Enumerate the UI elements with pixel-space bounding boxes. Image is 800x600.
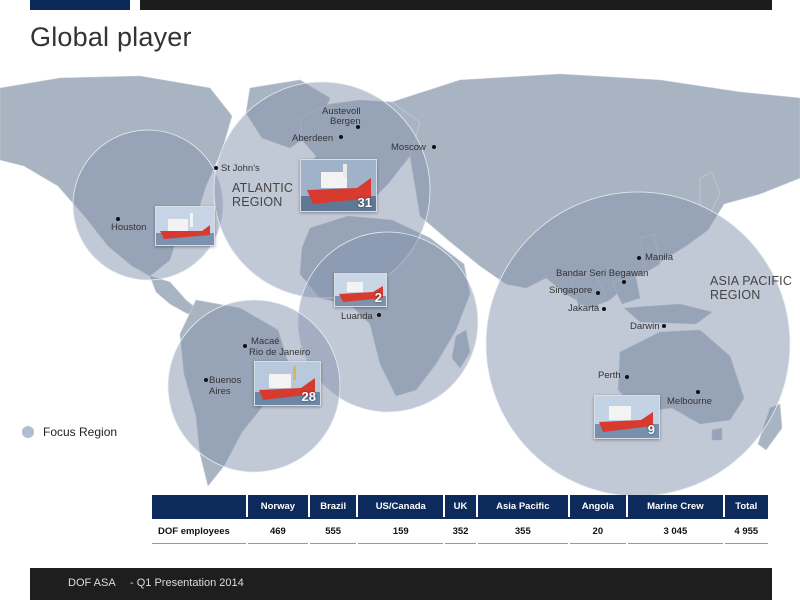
city-dot-jakarta — [602, 307, 606, 311]
page-title: Global player — [30, 22, 192, 52]
table-row: DOF employees 469 555 159 352 355 20 3 0… — [152, 519, 768, 544]
city-dot-singapore — [596, 291, 600, 295]
region-label-atlantic-line2: REGION — [232, 195, 283, 209]
focus-region-north-america — [72, 129, 224, 281]
table-header-cell: Norway — [248, 495, 308, 517]
table-header-cell: Angola — [569, 495, 627, 517]
region-label-atlantic: ATLANTIC REGION — [232, 181, 293, 209]
city-label-perth: Perth — [598, 370, 621, 381]
city-label-bandar: Bandar Seri Begawan — [556, 268, 649, 279]
city-dot-rio — [243, 344, 247, 348]
table-cell: 355 — [478, 519, 568, 544]
legend-focus-region-swatch — [22, 426, 34, 438]
city-label-darwin: Darwin — [630, 321, 660, 332]
city-label-macae: Macaé — [251, 336, 280, 347]
table-cell: 3 045 — [628, 519, 723, 544]
top-accent-bar-navy — [30, 0, 130, 10]
region-label-asia-pacific: ASIA PACIFIC REGION — [710, 274, 792, 302]
footer-company: DOF ASA — [68, 577, 116, 589]
city-label-manila: Manila — [645, 252, 673, 263]
table-cell: 4 955 — [724, 519, 768, 544]
city-label-luanda: Luanda — [341, 311, 373, 322]
land-central-america — [149, 275, 197, 315]
table-header-cell: US/Canada — [358, 495, 444, 517]
city-label-bergen: Bergen — [330, 116, 361, 127]
city-label-singapore: Singapore — [549, 285, 593, 296]
table-cell: DOF employees — [152, 519, 246, 544]
region-label-atlantic-line1: ATLANTIC — [232, 181, 294, 195]
city-label-rio: Rio de Janeiro — [249, 347, 311, 358]
city-label-aberdeen: Aberdeen — [292, 133, 334, 144]
footer-presentation: - Q1 Presentation 2014 — [130, 577, 244, 589]
table-header-row: Norway Brazil US/Canada UK Asia Pacific … — [152, 495, 768, 517]
table-cell: 555 — [309, 519, 357, 544]
city-dot-bandar — [622, 280, 626, 284]
city-label-jakarta: Jakarta — [568, 303, 600, 314]
city-dot-melbourne — [696, 390, 700, 394]
table-cell: 20 — [569, 519, 627, 544]
vessel-photo-atlantic: 31 — [300, 159, 377, 212]
table-cell: 352 — [445, 519, 477, 544]
vessel-count-asia-pacific: 9 — [647, 422, 655, 437]
vessel-count-atlantic: 31 — [357, 195, 372, 210]
world-map-graphic — [0, 73, 800, 497]
vessel-count-angola: 2 — [374, 290, 382, 305]
table-header-cell: Marine Crew — [628, 495, 723, 517]
vessel-photo-brazil: 28 — [254, 361, 321, 406]
table-header-cell: Brazil — [309, 495, 357, 517]
employees-table: Norway Brazil US/Canada UK Asia Pacific … — [150, 495, 770, 544]
city-label-melbourne: Melbourne — [667, 396, 712, 407]
city-dot-manila — [637, 256, 641, 260]
city-label-houston: Houston — [111, 222, 147, 233]
vessel-photo-asia-pacific: 9 — [594, 395, 660, 439]
city-dot-st-johns — [214, 166, 218, 170]
city-label-buenos-aires-1: Buenos — [209, 375, 242, 386]
city-dot-buenos-aires — [204, 378, 208, 382]
table-cell: 469 — [248, 519, 308, 544]
legend-focus-region-label: Focus Region — [43, 425, 118, 439]
table-header-cell: Total — [724, 495, 768, 517]
top-accent-bar-dark — [140, 0, 772, 10]
region-label-asia-line1: ASIA PACIFIC — [710, 274, 793, 288]
table-header-cell — [152, 495, 246, 517]
city-dot-perth — [625, 375, 629, 379]
city-dot-moscow — [432, 145, 436, 149]
region-label-asia-line2: REGION — [710, 288, 761, 302]
table-cell: 159 — [358, 519, 444, 544]
table-header-cell: UK — [445, 495, 477, 517]
table-header-cell: Asia Pacific — [478, 495, 568, 517]
city-label-moscow: Moscow — [391, 142, 426, 153]
vessel-photo-angola: 2 — [334, 273, 387, 307]
city-dot-darwin — [662, 324, 666, 328]
focus-region-asia-pacific — [485, 191, 791, 497]
city-dot-aberdeen — [339, 135, 343, 139]
vessel-image — [156, 207, 214, 245]
world-map: Austevoll Bergen Aberdeen Moscow St John… — [0, 68, 800, 520]
vessel-photo-north-america — [155, 206, 215, 246]
footer-bar: DOF ASA - Q1 Presentation 2014 — [30, 568, 772, 600]
city-label-st-johns: St John's — [221, 163, 260, 174]
city-label-buenos-aires-2: Aires — [209, 386, 231, 397]
city-dot-luanda — [377, 313, 381, 317]
city-dot-houston — [116, 217, 120, 221]
vessel-count-brazil: 28 — [301, 389, 316, 404]
